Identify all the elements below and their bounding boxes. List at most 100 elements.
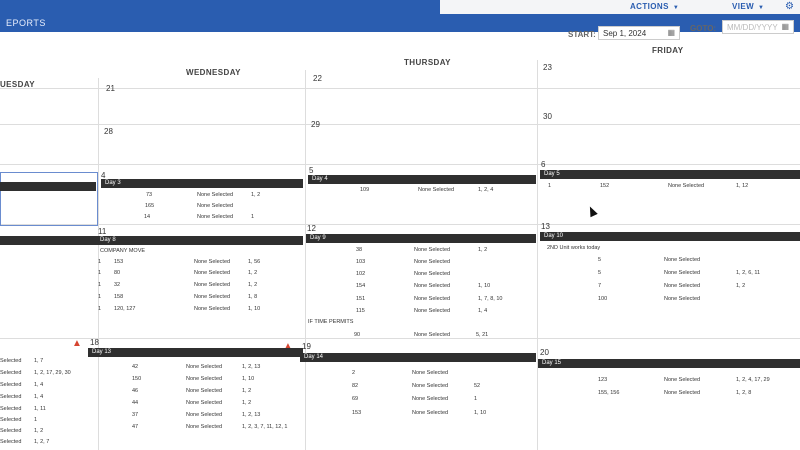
item-id: 102 (356, 271, 366, 277)
item-status: None Selected (664, 390, 701, 396)
goto-placeholder: MM/DD/YYYY (727, 23, 778, 32)
date-number[interactable]: 20 (540, 348, 549, 357)
item-status: None Selected (412, 396, 449, 402)
item-list: 1, 4 (34, 394, 44, 400)
goto-date-input[interactable]: MM/DD/YYYY ▦ (722, 20, 794, 34)
date-number[interactable]: 6 (541, 160, 545, 169)
item-list: 1, 4 (34, 382, 44, 388)
grid-line (0, 124, 800, 125)
day-bar: Day 10 (540, 232, 800, 241)
calendar-icon[interactable]: ▦ (667, 28, 675, 37)
item-id: 80 (114, 270, 121, 276)
item-list: 1, 10 (242, 376, 255, 382)
item-qty: 1 (548, 183, 552, 189)
item-list: 1, 2, 6, 11 (736, 270, 761, 276)
date-number[interactable]: 30 (543, 112, 552, 121)
item-id: 115 (356, 308, 365, 314)
item-list: 1, 2, 7 (34, 439, 50, 445)
day-bar (0, 236, 96, 245)
item-status: None Selected (186, 376, 223, 382)
date-number[interactable]: 13 (541, 222, 550, 231)
item-id: 5 (598, 270, 602, 276)
item-status: None Selected (197, 192, 234, 198)
grid-line (0, 88, 800, 89)
day-bar: Day 3 (101, 179, 303, 188)
view-menu-label: VIEW (732, 2, 755, 11)
date-number[interactable]: 28 (104, 127, 113, 136)
item-list: 1, 2 (478, 247, 488, 253)
start-date-value: Sep 1, 2024 (603, 29, 647, 38)
item-id: 103 (356, 259, 366, 265)
item-status: Selected (0, 417, 22, 423)
warning-icon[interactable]: ▲ (72, 338, 82, 349)
item-id: 153 (352, 410, 362, 416)
item-list: 1, 2 (736, 283, 746, 289)
date-number[interactable]: 19 (302, 342, 311, 351)
item-list: 1, 56 (248, 259, 261, 265)
calendar-icon[interactable]: ▦ (781, 22, 789, 31)
item-id: 120, 127 (114, 306, 136, 312)
item-status: Selected (0, 358, 22, 364)
grid-line (0, 224, 800, 225)
day-bar: Day 9 (306, 234, 536, 243)
item-status: None Selected (186, 400, 223, 406)
date-number[interactable]: 22 (313, 74, 322, 83)
grid-line (537, 60, 538, 450)
item-status: Selected (0, 439, 22, 445)
item-status: None Selected (414, 296, 451, 302)
item-id: 38 (356, 247, 363, 253)
item-list: 1 (34, 417, 38, 423)
item-id: 153 (114, 259, 124, 265)
grid-line (0, 164, 800, 165)
item-status: Selected (0, 370, 22, 376)
day-header-thursday: THURSDAY (404, 58, 451, 67)
item-status: None Selected (194, 259, 231, 265)
item-id: 5 (598, 257, 602, 263)
grid-line (305, 70, 306, 450)
item-id: 47 (132, 424, 139, 430)
item-id: 151 (356, 296, 366, 302)
item-status: None Selected (664, 296, 701, 302)
selected-cell[interactable] (0, 172, 98, 226)
item-status: None Selected (197, 203, 234, 209)
view-menu[interactable]: VIEW ▼ (732, 2, 764, 11)
item-qty: 1 (98, 259, 102, 265)
item-id: 32 (114, 282, 121, 288)
item-status: None Selected (414, 271, 451, 277)
gear-icon[interactable]: ⚙ (785, 1, 794, 12)
start-date-input[interactable]: Sep 1, 2024 ▦ (598, 26, 680, 40)
day-bar: Day 4 (308, 175, 536, 184)
item-status: None Selected (664, 257, 701, 263)
item-id: 44 (132, 400, 139, 406)
day-bar: Day 14 (300, 353, 536, 362)
date-number[interactable]: 18 (90, 338, 99, 347)
chevron-down-icon: ▼ (672, 5, 680, 11)
item-status: None Selected (194, 270, 231, 276)
item-list: 1, 7 (34, 358, 44, 364)
day-bar: Day 13 (88, 348, 303, 357)
item-id: 7 (598, 283, 602, 289)
item-status: None Selected (186, 388, 223, 394)
item-list: 1, 10 (478, 283, 491, 289)
item-list: 1, 8 (248, 294, 258, 300)
day-bar (0, 182, 96, 191)
date-number[interactable]: 23 (543, 63, 552, 72)
item-status: Selected (0, 428, 22, 434)
item-list: 1, 2, 8 (736, 390, 752, 396)
item-list: 1, 10 (248, 306, 261, 312)
item-status: None Selected (412, 370, 449, 376)
date-number[interactable]: 12 (307, 224, 316, 233)
date-number[interactable]: 21 (106, 84, 115, 93)
date-number[interactable]: 11 (98, 227, 106, 236)
item-list: 1, 2 (248, 270, 258, 276)
item-qty: 1 (98, 294, 102, 300)
item-list: 1, 2, 17, 29, 30 (34, 370, 71, 376)
date-number[interactable]: 5 (309, 166, 313, 175)
item-qty: 1 (98, 270, 102, 276)
item-id: 73 (146, 192, 153, 198)
item-id: 42 (132, 364, 139, 370)
actions-menu[interactable]: ACTIONS ▼ (630, 2, 679, 11)
item-status: Selected (0, 394, 22, 400)
item-list: 1, 2, 13 (242, 364, 261, 370)
date-number[interactable]: 29 (311, 120, 320, 129)
